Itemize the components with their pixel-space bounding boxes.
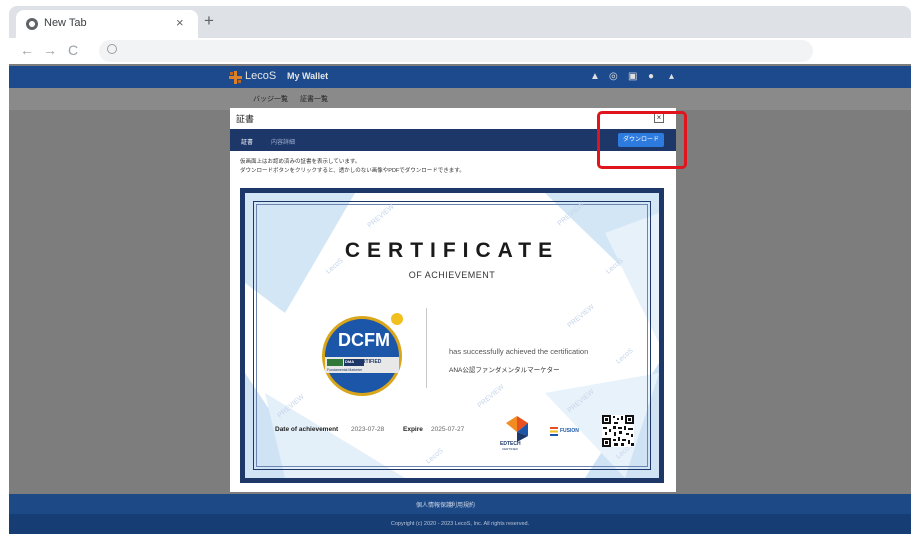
subnav-certificates[interactable]: 証書一覧 — [300, 94, 328, 104]
copyright-text: Copyright (c) 2020 - 2023 LecoS, Inc. Al… — [390, 521, 530, 527]
tab-title: New Tab — [44, 17, 87, 29]
user-icon[interactable]: ▴ — [669, 71, 674, 82]
screenshot-root: New Tab × + ← → C LecoS My Wallet ▲ ◎ ▣ … — [0, 0, 918, 547]
subnav-badges[interactable]: バッジ一覧 — [253, 94, 288, 104]
search-icon[interactable]: ◎ — [609, 71, 618, 82]
footer-link-privacy[interactable]: 個人情報保護 — [416, 500, 452, 509]
address-bar[interactable] — [99, 40, 813, 62]
fusion-logo-icon — [550, 427, 558, 436]
date-label: Date of achievement — [275, 426, 339, 433]
download-highlight-box — [597, 111, 687, 169]
expire-value: 2025-07-27 — [431, 426, 465, 433]
certificate-paper: PREVIEW PREVIEW PREVIEW PREVIEW PREVIEW … — [245, 193, 659, 478]
new-tab-button[interactable]: + — [204, 11, 214, 31]
lecos-logo-icon — [229, 71, 242, 84]
browser-tab[interactable]: New Tab × — [16, 10, 198, 38]
achievement-statement: has successfully achieved the certificat… — [449, 347, 589, 356]
certification-name: ANA公認ファンダメンタルマーケター — [449, 367, 560, 374]
dcfm-badge-icon — [320, 313, 404, 398]
app-header: LecoS My Wallet ▲ ◎ ▣ ● ▴ — [9, 66, 911, 88]
qr-code-icon — [602, 415, 634, 447]
certificate-divider — [426, 308, 427, 388]
modal-description-line1: 仮画面上はお認め済みの証書を表示しています。 — [240, 159, 361, 165]
sub-navigation: バッジ一覧 証書一覧 — [9, 88, 911, 110]
modal-title: 証書 — [236, 114, 255, 124]
reload-icon[interactable]: C — [68, 42, 78, 58]
help-icon[interactable]: ● — [648, 71, 654, 82]
fusion-label: FUSION — [560, 428, 579, 434]
footer-link-terms[interactable]: 利用規約 — [451, 500, 475, 509]
modal-description-line2: ダウンロードボタンをクリックすると、透かしのない画像やPDFでダウンロードできま… — [240, 168, 465, 174]
search-icon — [107, 44, 117, 54]
tab-certificate[interactable]: 証書 — [241, 137, 253, 146]
certificate-title: CERTIFICATE — [344, 239, 560, 262]
expire-label: Expire — [403, 426, 423, 433]
certificate-image: PREVIEW PREVIEW PREVIEW PREVIEW PREVIEW … — [240, 188, 664, 483]
certificate-subtitle: OF ACHIEVEMENT — [408, 270, 496, 280]
forward-icon[interactable]: → — [43, 42, 57, 58]
app-title: My Wallet — [287, 71, 329, 81]
browser-toolbar: ← → C — [9, 38, 911, 64]
edtech-sub: CERTIFIED — [502, 447, 518, 451]
wallet-icon[interactable]: ▣ — [628, 71, 637, 82]
chrome-favicon-icon — [26, 18, 38, 30]
footer-copyright-bar: Copyright (c) 2020 - 2023 LecoS, Inc. Al… — [9, 514, 911, 534]
date-value: 2023-07-28 — [351, 426, 385, 433]
badge-subtitle: Fundamental Marketer — [327, 368, 363, 372]
footer-links-bar: 個人情報保護 利用規約 — [9, 494, 911, 514]
badge-title: DCFM — [338, 330, 390, 350]
badge-certified: CERTIFIED — [355, 359, 382, 365]
tab-close-icon[interactable]: × — [176, 15, 184, 30]
logo-text[interactable]: LecoS — [245, 70, 276, 82]
tab-details[interactable]: 内容詳細 — [271, 137, 295, 146]
notification-bell-icon[interactable]: ▲ — [590, 71, 600, 82]
badge-org: DMA — [345, 359, 355, 364]
back-icon[interactable]: ← — [20, 42, 34, 58]
